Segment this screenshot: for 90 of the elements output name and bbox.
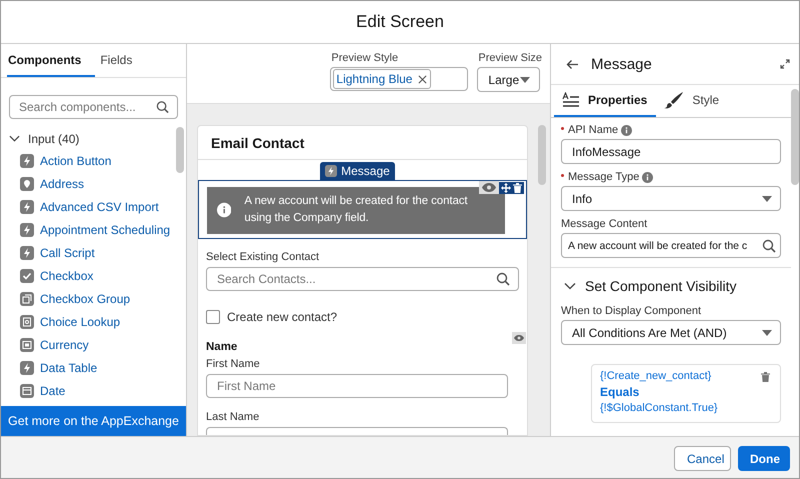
panel-tab[interactable]: Fields: [99, 44, 144, 77]
search-icon: [496, 272, 510, 286]
date-icon: [20, 384, 34, 398]
bolt-icon: [20, 200, 34, 214]
dropdown-icon: [762, 330, 772, 336]
search-field[interactable]: Search Contacts...: [206, 267, 519, 291]
info-icon: [217, 200, 232, 220]
field-label: Message Content: [561, 218, 648, 230]
component-link[interactable]: Date: [40, 384, 66, 398]
bolt-icon: [325, 165, 338, 177]
component-link[interactable]: Appointment Scheduling: [40, 222, 170, 236]
pin-icon: [20, 176, 34, 190]
cancel-button[interactable]: Cancel: [674, 446, 731, 471]
section-header[interactable]: Set Component Visibility: [561, 276, 781, 296]
panel-tab[interactable]: Properties: [554, 85, 656, 117]
component-link[interactable]: Choice Lookup: [40, 314, 120, 328]
search-icon: [762, 238, 776, 252]
chevron-icon: [9, 133, 20, 144]
preview-style-field[interactable]: Lightning Blue: [330, 67, 468, 91]
check-icon: [20, 268, 34, 282]
component-link[interactable]: Checkbox Group: [40, 292, 130, 306]
component-link[interactable]: Advanced CSV Import: [40, 200, 159, 214]
group-icon: [20, 292, 34, 306]
dropdown-icon: [520, 76, 530, 82]
text-field[interactable]: InfoMessage: [561, 139, 781, 164]
info-icon[interactable]: [621, 124, 632, 136]
trash-icon[interactable]: [513, 182, 522, 192]
currency-icon: [20, 338, 34, 352]
move-icon[interactable]: [501, 182, 511, 192]
text-align-icon: [562, 92, 580, 108]
section-title: Name: [206, 341, 238, 353]
component-link[interactable]: Address: [40, 176, 84, 190]
panel-tab[interactable]: Components: [7, 44, 96, 77]
close-icon[interactable]: [418, 74, 428, 84]
value-link[interactable]: {!$GlobalConstant.True}: [600, 401, 772, 416]
component-tag: Message: [320, 162, 395, 180]
eye-icon[interactable]: [512, 332, 526, 344]
field-label: Select Existing Contact: [206, 251, 320, 263]
bolt-icon: [20, 246, 34, 260]
resource-link[interactable]: {!Create_new_contact}: [600, 369, 772, 384]
component-link[interactable]: Currency: [40, 338, 89, 352]
component-link[interactable]: Checkbox: [40, 268, 94, 282]
selected-component[interactable]: A new account will be created for the contact using the Company field.: [198, 180, 527, 239]
select-value: Large: [488, 72, 520, 86]
brush-icon: [664, 91, 684, 109]
checkbox[interactable]: [206, 310, 220, 324]
scrollbar-thumb[interactable]: [538, 125, 546, 185]
pill-label: Lightning Blue: [336, 72, 412, 86]
dropdown-icon: [762, 196, 772, 202]
select-field[interactable]: All Conditions Are Met (AND): [561, 320, 781, 345]
lookup-icon: [20, 314, 34, 328]
info-icon[interactable]: [642, 172, 654, 182]
scrollbar-thumb[interactable]: [791, 89, 799, 185]
component-link[interactable]: Action Button: [40, 154, 112, 168]
search-field[interactable]: Search components...: [9, 95, 178, 119]
style-pill[interactable]: Lightning Blue: [333, 69, 432, 89]
panel-title: Message: [591, 56, 653, 72]
field-label: API Name: [568, 124, 618, 136]
text-field[interactable]: [206, 427, 508, 435]
bolt-icon: [20, 222, 34, 236]
bolt-icon: [20, 154, 34, 168]
chevron-icon: [564, 280, 576, 292]
field-label: Preview Size: [477, 52, 542, 64]
text-field[interactable]: A new account will be created for the c: [561, 233, 781, 258]
component-link[interactable]: Call Script: [40, 246, 95, 260]
operator-label: Equals: [600, 385, 640, 400]
group-header[interactable]: Input (40): [9, 128, 176, 149]
eye-icon[interactable]: [479, 181, 499, 194]
back-arrow-icon[interactable]: [566, 58, 579, 70]
trash-icon[interactable]: [761, 372, 770, 382]
field-label: When to Display Component: [561, 305, 702, 317]
component-link[interactable]: Data Table: [40, 360, 98, 374]
screen-title: Email Contact: [211, 134, 304, 150]
text-field[interactable]: First Name: [206, 374, 508, 398]
field-label: Preview Style: [330, 52, 400, 64]
preview-size-select[interactable]: Large: [477, 67, 540, 92]
window-title: Edit Screen: [356, 12, 444, 32]
panel-tab[interactable]: Style: [656, 85, 728, 117]
checkbox-label: Create new contact?: [227, 310, 338, 324]
expand-icon[interactable]: [780, 59, 790, 69]
field-label: Message Type: [568, 171, 640, 183]
done-button[interactable]: Done: [738, 446, 790, 471]
select-field[interactable]: Info: [561, 186, 781, 211]
bolt-icon: [20, 360, 34, 374]
field-label: Last Name: [206, 411, 260, 423]
scrollbar-thumb[interactable]: [176, 127, 184, 173]
field-label: First Name: [206, 358, 261, 370]
message-text: A new account will be created for the contact using the Company field.: [244, 194, 468, 226]
appexchange-button[interactable]: Get more on the AppExchange: [1, 406, 186, 436]
search-icon: [156, 100, 169, 114]
